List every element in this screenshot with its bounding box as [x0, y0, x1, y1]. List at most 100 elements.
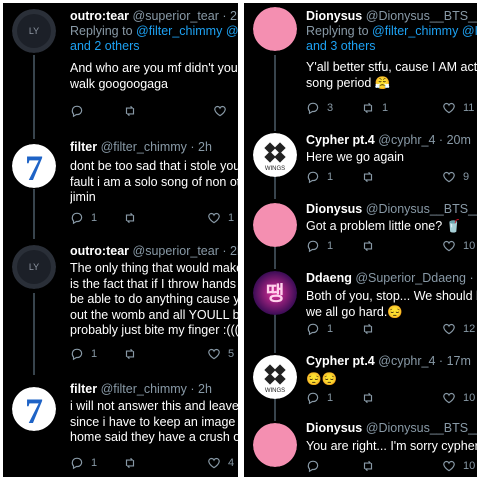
tweet-text-line: Both of you, stop... We should be sib [306, 289, 477, 303]
display-name[interactable]: filter [70, 140, 97, 154]
like-button[interactable]: 5 [207, 347, 234, 361]
separator-dot: · [222, 244, 227, 258]
timestamp[interactable]: 2h [198, 382, 212, 396]
reply-button[interactable]: 1 [70, 456, 97, 470]
tweet-text-line: song period 😤 [306, 75, 391, 90]
filter-avatar[interactable]: 7 [12, 144, 56, 188]
like-button[interactable]: 10 [442, 239, 475, 253]
like-button[interactable]: 4 [207, 456, 234, 470]
dionysus-avatar[interactable] [253, 7, 297, 51]
reply-button[interactable] [306, 459, 320, 473]
tweet-header: Dionysus @Dionysus__BTS__ · 14m [306, 421, 477, 436]
tweet-actions: 1 1 [70, 211, 238, 227]
user-handle[interactable]: @Dionysus__BTS__ [366, 9, 477, 23]
like-button[interactable]: 10 [442, 459, 475, 473]
retweet-button[interactable] [123, 347, 144, 361]
reply-count: 1 [327, 240, 334, 252]
ddaeng-avatar[interactable]: 땡 [253, 271, 297, 315]
retweet-icon [361, 322, 375, 336]
like-button[interactable]: 9 [442, 170, 469, 184]
reply-button[interactable]: 1 [306, 170, 333, 184]
replying-mentions[interactable]: @filter_chimmy @I_A [136, 24, 238, 38]
timestamp[interactable]: 2h [198, 140, 212, 154]
user-handle[interactable]: @superior_tear [133, 9, 219, 23]
replying-prefix: Replying to [306, 24, 369, 38]
cypher-avatar[interactable]: WINGS [253, 133, 297, 177]
replying-others[interactable]: and 3 others [306, 39, 477, 54]
like-count: 1 [228, 212, 235, 224]
tweet-text-line: You are right... I'm sorry cypher pt4 🥺 [306, 439, 477, 453]
retweet-button[interactable] [361, 391, 382, 405]
tweet-text-line: 😔😔 [306, 372, 338, 386]
reply-button[interactable]: 1 [306, 391, 333, 405]
like-count: 12 [463, 323, 476, 335]
retweet-icon [361, 459, 375, 473]
retweet-button[interactable] [361, 459, 375, 473]
tweet-header: filter @filter_chimmy · 2h [70, 140, 238, 155]
timestamp[interactable]: 2h [230, 9, 238, 23]
like-button[interactable]: 11 [442, 101, 474, 115]
timestamp[interactable]: 2h [230, 244, 238, 258]
user-handle[interactable]: @Dionysus__BTS__ [366, 421, 477, 435]
display-name[interactable]: Dionysus [306, 9, 362, 23]
retweet-button[interactable] [361, 322, 382, 336]
reply-button[interactable]: 1 [306, 322, 333, 336]
display-name[interactable]: Cypher pt.4 [306, 133, 375, 147]
tweet-text-line: jimin [70, 190, 96, 204]
timestamp[interactable]: 17m [447, 354, 471, 368]
like-button[interactable] [213, 104, 227, 118]
display-name[interactable]: outro:tear [70, 9, 129, 23]
heart-icon [207, 211, 221, 225]
reply-icon [70, 104, 84, 118]
reply-button[interactable]: 1 [306, 239, 333, 253]
display-name[interactable]: Dionysus [306, 421, 362, 435]
user-handle[interactable]: @filter_chimmy [101, 382, 187, 396]
timestamp[interactable]: 20m [447, 133, 471, 147]
outro-tear-avatar[interactable]: LY [12, 9, 56, 53]
outro-tear-avatar[interactable]: LY [12, 245, 56, 289]
tweet-actions: 1 12 [306, 322, 477, 338]
display-name[interactable]: Dionysus [306, 202, 362, 216]
avatar-lettering: 7 [25, 148, 43, 188]
user-handle[interactable]: @superior_tear [133, 244, 219, 258]
retweet-icon [361, 101, 375, 115]
replying-others[interactable]: and 2 others [70, 39, 238, 54]
user-handle[interactable]: @filter_chimmy [101, 140, 187, 154]
reply-button[interactable]: 1 [70, 211, 97, 225]
like-button[interactable]: 1 [207, 211, 234, 225]
like-button[interactable]: 12 [442, 322, 475, 336]
retweet-button[interactable] [123, 211, 144, 225]
retweet-button[interactable] [123, 456, 144, 470]
replying-mentions[interactable]: @filter_chimmy @I_Am_S [372, 24, 477, 38]
like-button[interactable]: 10 [442, 391, 475, 405]
reply-button[interactable]: 3 [306, 101, 333, 115]
reply-button[interactable]: 1 [70, 347, 97, 361]
heart-icon [207, 347, 221, 361]
user-handle[interactable]: @Superior_Ddaeng [355, 271, 466, 285]
display-name[interactable]: filter [70, 382, 97, 396]
user-handle[interactable]: @cyphr_4 [378, 354, 435, 368]
retweet-icon [123, 211, 137, 225]
filter-avatar[interactable]: 7 [12, 387, 56, 431]
retweet-button[interactable] [123, 104, 144, 118]
dionysus-avatar[interactable] [253, 423, 297, 467]
reply-icon [306, 459, 320, 473]
display-name[interactable]: Ddaeng [306, 271, 352, 285]
dionysus-avatar[interactable] [253, 203, 297, 247]
retweet-icon [361, 391, 375, 405]
user-handle[interactable]: @Dionysus__BTS__ [366, 202, 477, 216]
separator-dot: · [469, 271, 474, 285]
reply-button[interactable] [70, 104, 91, 118]
display-name[interactable]: Cypher pt.4 [306, 354, 375, 368]
thread-line [33, 55, 35, 139]
user-handle[interactable]: @cyphr_4 [378, 133, 435, 147]
reply-count: 1 [327, 323, 334, 335]
display-name[interactable]: outro:tear [70, 244, 129, 258]
retweet-button[interactable]: 1 [361, 101, 388, 115]
cypher-avatar[interactable]: WINGS [253, 355, 297, 399]
retweet-button[interactable] [361, 239, 382, 253]
retweet-button[interactable] [361, 170, 382, 184]
reply-icon [70, 347, 84, 361]
thread-line [274, 55, 276, 131]
retweet-count: 1 [382, 102, 389, 114]
